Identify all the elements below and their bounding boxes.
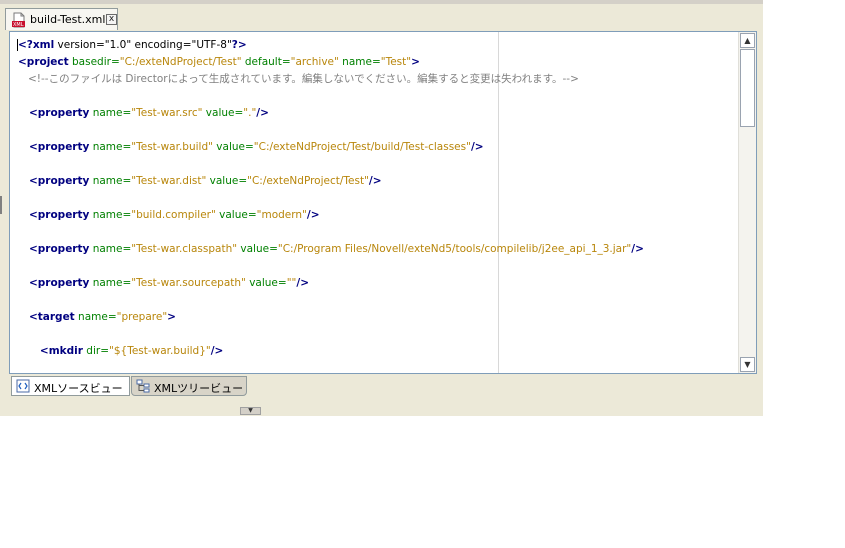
file-tab-label: build-Test.xml — [30, 13, 106, 26]
editor-tab-bar: XML build-Test.xml x — [0, 4, 763, 31]
code-token: /> — [631, 243, 644, 255]
code-line: <!--このファイルは Directorによって生成されています。編集しないでく… — [18, 71, 579, 88]
code-token: /> — [210, 345, 224, 357]
code-token: name= — [89, 243, 132, 255]
code-line: <property name="Test-war.src" value="."/… — [18, 105, 269, 122]
xml-source-editor[interactable]: <?xml version="1.0" encoding="UTF-8"?> <p… — [9, 31, 757, 374]
code-token: <property — [18, 209, 90, 221]
code-token: <!--このファイルは Directorによって生成されています。編集しないでく… — [18, 73, 579, 85]
code-token: name= — [74, 311, 117, 323]
tab-xml-source-view-label: XMLソースビュー — [34, 382, 123, 395]
code-token: value= — [202, 107, 244, 119]
code-token: <property — [18, 243, 90, 255]
code-token: "." — [243, 107, 257, 119]
code-token: "Test-war.src" — [131, 107, 203, 119]
code-line: <property name="Test-war.sourcepath" val… — [18, 275, 309, 292]
code-token: "${Test-war.build}" — [109, 345, 211, 357]
code-token: "prepare" — [116, 311, 168, 323]
code-token: "C:/Program Files/Novell/exteNd5/tools/c… — [277, 243, 632, 255]
code-line: <property name="build.compiler" value="m… — [18, 207, 320, 224]
xml-tree-icon — [136, 379, 151, 393]
code-token: "Test-war.sourcepath" — [131, 277, 246, 289]
collapse-splitter-button[interactable]: ▼ — [240, 407, 261, 415]
code-token: "Test-war.classpath" — [131, 243, 238, 255]
close-tab-icon[interactable]: x — [106, 14, 117, 25]
code-token: /> — [256, 107, 269, 119]
code-line: <property name="Test-war.classpath" valu… — [18, 241, 644, 258]
code-token: <property — [18, 107, 90, 119]
code-token: > — [411, 56, 420, 68]
code-token: <mkdir — [18, 345, 83, 357]
code-line: <property name="Test-war.build" value="C… — [18, 139, 484, 156]
code-token: > — [167, 311, 176, 323]
code-token: "Test" — [380, 56, 412, 68]
left-resize-grip[interactable] — [0, 196, 2, 214]
code-token: dir= — [82, 345, 109, 357]
xml-file-icon: XML — [11, 12, 27, 28]
code-line: <?xml version="1.0" encoding="UTF-8"?> — [18, 37, 247, 54]
code-token: <target — [18, 311, 75, 323]
code-line: <target name="prepare"> — [18, 309, 176, 326]
code-token: default= — [241, 56, 291, 68]
code-token: "C:/exteNdProject/Test/build/Test-classe… — [253, 141, 471, 153]
tab-xml-source-view[interactable]: XMLソースビュー — [11, 376, 130, 396]
code-line: <mkdir dir="${Test-war.build}"/> — [18, 343, 223, 360]
code-token: name= — [89, 277, 132, 289]
code-token: <property — [18, 141, 90, 153]
code-line: <property name="Test-war.dist" value="C:… — [18, 173, 382, 190]
code-token: /> — [296, 277, 309, 289]
code-token: "" — [286, 277, 297, 289]
code-token: "C:/exteNdProject/Test" — [119, 56, 242, 68]
tab-build-test-xml[interactable]: XML build-Test.xml x — [5, 8, 118, 30]
xml-source-icon — [16, 379, 31, 393]
vertical-scrollbar[interactable]: ▲ ▼ — [738, 32, 756, 373]
view-tab-bar: XMLソースビュー XMLツリービュー — [9, 376, 757, 398]
code-token: <?xml — [18, 39, 55, 51]
code-token: /> — [368, 175, 382, 187]
scroll-down-button[interactable]: ▼ — [740, 357, 755, 372]
code-token: "Test-war.dist" — [131, 175, 207, 187]
scroll-thumb[interactable] — [740, 49, 755, 127]
code-token: "modern" — [256, 209, 307, 221]
code-token: name= — [338, 56, 381, 68]
code-token: /> — [470, 141, 484, 153]
svg-text:XML: XML — [13, 22, 24, 28]
code-token: value= — [245, 277, 287, 289]
code-token: name= — [89, 107, 132, 119]
code-token: value= — [212, 141, 254, 153]
code-token: name= — [89, 175, 132, 187]
code-token: <property — [18, 277, 90, 289]
xml-editor-window: XML build-Test.xml x <?xml version="1.0"… — [0, 0, 763, 416]
code-token: <property — [18, 175, 90, 187]
code-token: basedir= — [68, 56, 120, 68]
tab-xml-tree-view[interactable]: XMLツリービュー — [131, 376, 247, 396]
code-token: value= — [237, 243, 278, 255]
code-token: "build.compiler" — [131, 209, 216, 221]
code-token: "Test-war.build" — [131, 141, 213, 153]
code-token: value= — [215, 209, 257, 221]
code-area[interactable]: <?xml version="1.0" encoding="UTF-8"?> <p… — [10, 32, 735, 373]
code-token: "C:/exteNdProject/Test" — [247, 175, 369, 187]
tab-xml-tree-view-label: XMLツリービュー — [154, 382, 244, 395]
code-token: <project — [18, 56, 69, 68]
code-token: ?> — [231, 39, 247, 51]
code-token: /> — [306, 209, 320, 221]
code-token: "archive" — [290, 56, 339, 68]
code-line: <project basedir="C:/exteNdProject/Test"… — [18, 54, 420, 71]
code-token: value= — [206, 175, 248, 187]
code-token: version="1.0" encoding="UTF-8" — [54, 39, 232, 51]
scroll-up-button[interactable]: ▲ — [740, 33, 755, 48]
code-token: name= — [89, 209, 132, 221]
code-token: name= — [89, 141, 132, 153]
